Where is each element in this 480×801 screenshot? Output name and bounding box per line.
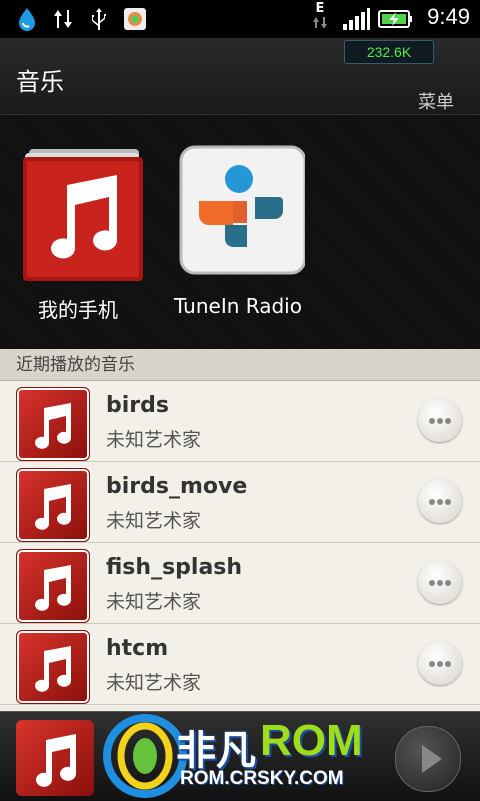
watermark-logo: 非凡 ROM ROM.CRSKY.COM bbox=[100, 712, 390, 800]
watermark-url: ROM.CRSKY.COM bbox=[180, 768, 344, 789]
track-artist: 未知艺术家 bbox=[106, 510, 202, 532]
usb-icon bbox=[86, 6, 112, 32]
track-title: birds bbox=[106, 393, 169, 418]
track-row[interactable]: fish_splash 未知艺术家 bbox=[0, 543, 480, 624]
more-options-button[interactable] bbox=[418, 398, 462, 442]
more-options-button[interactable] bbox=[418, 479, 462, 523]
track-artist: 未知艺术家 bbox=[106, 672, 202, 694]
track-title: birds_move bbox=[106, 474, 248, 499]
music-note-icon bbox=[23, 149, 143, 281]
track-title: htcm bbox=[106, 636, 169, 661]
app-icon bbox=[122, 6, 148, 32]
now-playing-album-art-icon bbox=[16, 720, 94, 796]
track-row[interactable]: birds_move 未知艺术家 bbox=[0, 462, 480, 543]
track-artist: 未知艺术家 bbox=[106, 429, 202, 451]
album-art-icon bbox=[16, 468, 90, 542]
app-my-phone-label: 我的手机 bbox=[38, 298, 118, 322]
track-row[interactable]: htcm 未知艺术家 bbox=[0, 624, 480, 705]
battery-charging-icon bbox=[378, 6, 414, 32]
play-button[interactable] bbox=[395, 726, 461, 792]
data-transfer-icon bbox=[50, 6, 76, 32]
app-tunein-label: TuneIn Radio bbox=[174, 294, 302, 318]
clock: 9:49 bbox=[427, 4, 470, 29]
track-artist: 未知艺术家 bbox=[106, 591, 202, 613]
track-title: fish_splash bbox=[106, 555, 243, 580]
album-art-icon bbox=[16, 387, 90, 461]
page-title: 音乐 bbox=[16, 68, 64, 96]
network-type: E bbox=[308, 2, 332, 28]
weather-drop-icon bbox=[14, 6, 40, 32]
signal-icon bbox=[340, 6, 372, 32]
watermark-brand-en: ROM bbox=[260, 716, 363, 765]
more-options-button[interactable] bbox=[418, 641, 462, 685]
play-icon bbox=[422, 745, 442, 773]
app-my-phone[interactable] bbox=[12, 145, 152, 289]
recent-music-header: 近期播放的音乐 bbox=[0, 349, 480, 381]
album-art-icon bbox=[16, 549, 90, 623]
app-tunein-radio[interactable] bbox=[170, 145, 310, 279]
menu-label: 菜单 bbox=[418, 92, 454, 113]
album-art-icon bbox=[16, 630, 90, 704]
tunein-icon bbox=[179, 145, 307, 275]
more-options-button[interactable] bbox=[418, 560, 462, 604]
status-bar: E 9:49 bbox=[0, 0, 480, 38]
recent-tracks-list: birds 未知艺术家 birds_move 未知艺术家 fish_splash… bbox=[0, 381, 480, 711]
track-row[interactable]: birds 未知艺术家 bbox=[0, 381, 480, 462]
